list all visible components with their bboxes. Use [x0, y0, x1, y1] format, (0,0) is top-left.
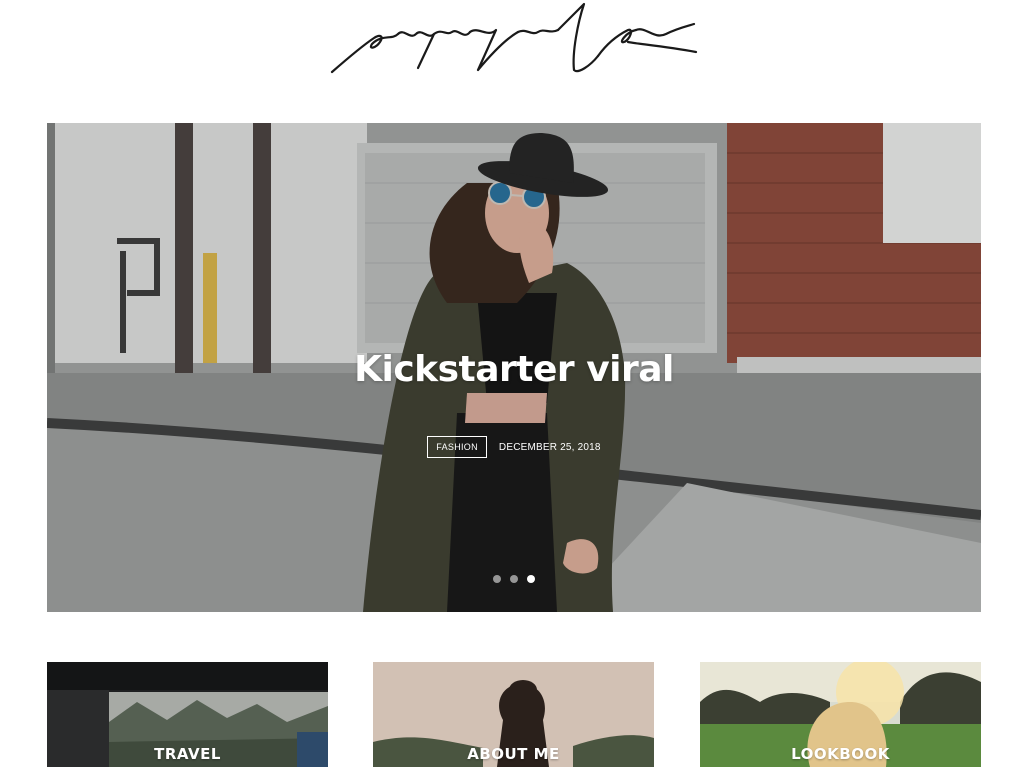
- category-label-lookbook: LOOKBOOK: [791, 745, 890, 763]
- page: FASHION DECEMBER 25, 2018 Kickstarter vi…: [0, 0, 1024, 767]
- category-tile-lookbook[interactable]: LOOKBOOK: [700, 662, 981, 767]
- category-tile-travel[interactable]: TRAVEL: [47, 662, 328, 767]
- category-tile-about-me[interactable]: ABOUT ME: [373, 662, 654, 767]
- slider-dot-2[interactable]: [509, 575, 518, 583]
- slider-dot-1[interactable]: [492, 575, 501, 583]
- site-header: [0, 0, 1024, 110]
- category-label-about-me: ABOUT ME: [467, 745, 560, 763]
- hero-category-tag[interactable]: FASHION: [427, 436, 487, 458]
- hero-slider[interactable]: FASHION DECEMBER 25, 2018 Kickstarter vi…: [47, 123, 981, 612]
- logo-signature: [330, 2, 698, 74]
- hero-date: DECEMBER 25, 2018: [498, 441, 601, 453]
- hero-meta: FASHION DECEMBER 25, 2018: [47, 436, 981, 458]
- hero-title[interactable]: Kickstarter viral: [47, 349, 981, 390]
- slider-dot-3[interactable]: [526, 575, 535, 583]
- category-label-travel: TRAVEL: [154, 745, 221, 763]
- slider-dots: [47, 575, 981, 583]
